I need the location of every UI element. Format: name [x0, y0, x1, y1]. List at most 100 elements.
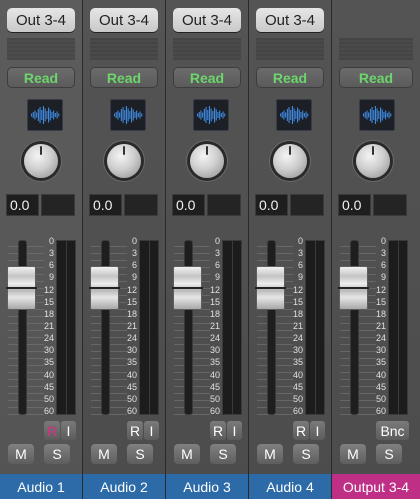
- track-name[interactable]: Audio 3: [166, 474, 248, 499]
- audio-waveform-icon: [193, 99, 229, 131]
- fader-scale: 0 3 6 9 12 15 18 21 24 30 35 40 45 50 60: [372, 236, 386, 416]
- scale-label: 45: [126, 381, 137, 392]
- scale-label: 0: [48, 236, 54, 246]
- peak-readout: [373, 194, 407, 216]
- scale-label: 50: [126, 393, 137, 404]
- input-monitor-button[interactable]: I: [61, 421, 76, 440]
- scale-label: 3: [297, 248, 303, 259]
- scale-label: 0: [214, 236, 220, 246]
- solo-button[interactable]: S: [127, 444, 153, 464]
- automation-mode-button[interactable]: Read: [256, 67, 324, 88]
- mute-button[interactable]: M: [174, 444, 200, 464]
- mute-button[interactable]: M: [8, 444, 34, 464]
- scale-label: 21: [209, 321, 220, 331]
- pan-knob[interactable]: [24, 144, 58, 178]
- volume-readout[interactable]: 0.0: [338, 194, 371, 216]
- scale-label: 18: [126, 308, 137, 319]
- volume-fader[interactable]: [89, 266, 120, 310]
- output-slot[interactable]: Out 3-4: [90, 8, 158, 32]
- scale-label: 18: [209, 308, 220, 319]
- solo-button[interactable]: S: [376, 444, 402, 464]
- pan-knob[interactable]: [107, 144, 141, 178]
- scale-label: 21: [375, 321, 386, 331]
- track-name[interactable]: Audio 4: [249, 474, 331, 499]
- scale-label: 9: [297, 272, 303, 283]
- record-enable-button[interactable]: R: [293, 421, 309, 440]
- solo-button[interactable]: S: [44, 444, 70, 464]
- scale-label: 3: [214, 248, 220, 259]
- peak-readout: [124, 194, 158, 216]
- bounce-button[interactable]: Bnc: [376, 421, 409, 440]
- scale-label: 0: [380, 236, 386, 246]
- automation-mode-button[interactable]: Read: [339, 67, 413, 88]
- volume-fader[interactable]: [338, 266, 369, 310]
- level-meter: [222, 240, 242, 415]
- scale-label: 9: [48, 272, 54, 283]
- solo-button[interactable]: S: [293, 444, 319, 464]
- sends-area[interactable]: [339, 38, 413, 60]
- automation-mode-button[interactable]: Read: [7, 67, 75, 88]
- scale-label: 45: [43, 381, 54, 392]
- sends-area[interactable]: [256, 38, 324, 60]
- scale-label: 15: [126, 296, 137, 307]
- track-name[interactable]: Output 3-4: [332, 474, 420, 499]
- scale-label: 45: [375, 381, 386, 392]
- scale-label: 6: [380, 260, 386, 271]
- pan-knob[interactable]: [273, 144, 307, 178]
- track-name[interactable]: Audio 2: [83, 474, 165, 499]
- level-meter: [139, 240, 159, 415]
- scale-label: 9: [214, 272, 220, 283]
- scale-label: 40: [43, 369, 54, 380]
- level-meter: [56, 240, 76, 415]
- scale-label: 24: [43, 333, 54, 344]
- mute-button[interactable]: M: [340, 444, 366, 464]
- mute-button[interactable]: M: [257, 444, 283, 464]
- audio-waveform-icon: [27, 99, 63, 131]
- record-enable-button[interactable]: R: [210, 421, 226, 440]
- scale-label: 6: [214, 260, 220, 271]
- sends-area[interactable]: [7, 38, 75, 60]
- record-enable-button[interactable]: R: [44, 421, 60, 440]
- scale-label: 6: [131, 260, 137, 271]
- record-enable-button[interactable]: R: [127, 421, 143, 440]
- scale-label: 18: [43, 308, 54, 319]
- volume-readout[interactable]: 0.0: [255, 194, 288, 216]
- track-name[interactable]: Audio 1: [0, 474, 82, 499]
- audio-waveform-icon: [110, 99, 146, 131]
- audio-waveform-icon: [359, 99, 395, 131]
- output-slot[interactable]: Out 3-4: [256, 8, 324, 32]
- pan-knob[interactable]: [356, 144, 390, 178]
- output-slot-empty: [339, 8, 413, 32]
- pan-knob[interactable]: [190, 144, 224, 178]
- channel-strip-output-3-4: Read 0.0 0 3 6 9 12 15 18 21 24 30 35 40 45 50 60 Bnc …: [332, 0, 420, 499]
- sends-area[interactable]: [173, 38, 241, 60]
- mute-button[interactable]: M: [91, 444, 117, 464]
- volume-fader[interactable]: [6, 266, 37, 310]
- scale-label: 24: [292, 333, 303, 344]
- volume-fader[interactable]: [172, 266, 203, 310]
- scale-label: 60: [209, 406, 220, 416]
- solo-button[interactable]: S: [210, 444, 236, 464]
- volume-readout[interactable]: 0.0: [172, 194, 205, 216]
- scale-label: 3: [380, 248, 386, 259]
- scale-label: 21: [292, 321, 303, 331]
- input-monitor-button[interactable]: I: [310, 421, 325, 440]
- scale-label: 45: [209, 381, 220, 392]
- fader-scale: 0 3 6 9 12 15 18 21 24 30 35 40 45 50 60: [289, 237, 303, 416]
- automation-mode-button[interactable]: Read: [90, 67, 158, 88]
- input-monitor-button[interactable]: I: [227, 421, 242, 440]
- scale-label: 40: [375, 369, 386, 380]
- sends-area[interactable]: [90, 38, 158, 60]
- peak-readout: [207, 194, 241, 216]
- volume-fader[interactable]: [255, 266, 286, 310]
- scale-label: 60: [292, 406, 303, 416]
- output-slot[interactable]: Out 3-4: [173, 8, 241, 32]
- automation-mode-button[interactable]: Read: [173, 67, 241, 88]
- volume-readout[interactable]: 0.0: [89, 194, 122, 216]
- volume-readout[interactable]: 0.0: [6, 194, 39, 216]
- output-slot[interactable]: Out 3-4: [7, 8, 75, 32]
- scale-label: 15: [375, 296, 386, 307]
- scale-label: 40: [209, 369, 220, 380]
- fader-scale: 0 3 6 9 12 15 18 21 24 30 35 40 45 50 60: [123, 237, 137, 416]
- input-monitor-button[interactable]: I: [144, 421, 159, 440]
